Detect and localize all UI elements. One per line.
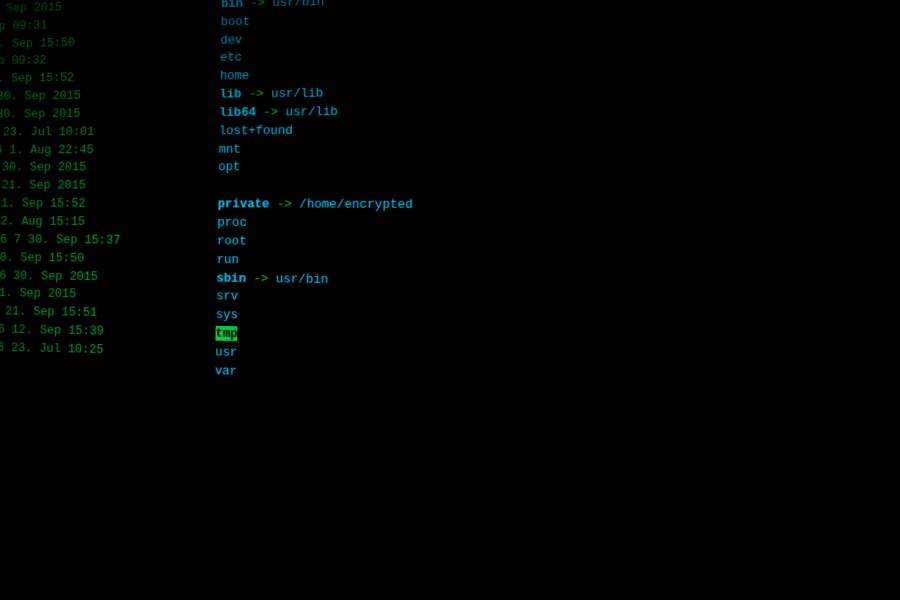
line-metadata [0, 368, 215, 374]
line-filename: tmp [215, 325, 237, 344]
line-filename: dev [220, 31, 242, 49]
line-filename: bin -> usr/bin [221, 0, 324, 13]
terminal-content: 15:532. Sep 2015bin -> usr/bin Sep 09:31… [0, 0, 900, 399]
line-metadata: 16 21. Sep 2015 [0, 177, 218, 195]
line-metadata: 84 23. Jul 10:01 [0, 122, 219, 141]
line-metadata: 7 12. Aug 15:15 [0, 213, 218, 232]
line-filename: root [217, 232, 247, 251]
line-filename: lost+found [219, 122, 293, 141]
line-filename: private -> /home/encrypted [218, 196, 414, 215]
line-metadata: 7 30. Sep 15:50 [0, 249, 217, 270]
line-filename: home [220, 67, 250, 86]
terminal-screen: 15:532. Sep 2015bin -> usr/bin Sep 09:31… [0, 0, 900, 600]
line-filename: sbin -> usr/bin [216, 269, 328, 289]
line-filename: opt [218, 159, 240, 177]
line-filename: usr [215, 343, 238, 362]
line-filename: etc [220, 49, 242, 67]
line-filename: proc [217, 214, 247, 233]
line-filename: boot [221, 13, 251, 32]
line-filename: run [217, 251, 239, 270]
line-filename: sys [216, 306, 238, 325]
terminal-line: 16 21. Sep 2015 [0, 177, 900, 197]
line-metadata: 096 1. Aug 22:45 [0, 141, 219, 160]
line-metadata: 0 21. Sep 15:52 [0, 195, 218, 214]
terminal-line: 096 1. Aug 22:45mnt [0, 137, 900, 159]
line-metadata: 4096 7 30. Sep 15:37 [0, 231, 217, 251]
line-filename: lib64 -> usr/lib [219, 103, 338, 122]
line-metadata: 96 30. Sep 2015 [0, 159, 218, 177]
line-metadata: 7 30. Sep 2015 [0, 86, 220, 106]
line-metadata: 7 30. Sep 2015 [0, 104, 219, 124]
line-filename: mnt [218, 141, 240, 159]
terminal-line: 96 30. Sep 2015opt [0, 157, 900, 177]
line-filename: lib -> usr/lib [219, 85, 323, 104]
line-filename: srv [216, 288, 238, 307]
line-filename: var [215, 362, 238, 381]
